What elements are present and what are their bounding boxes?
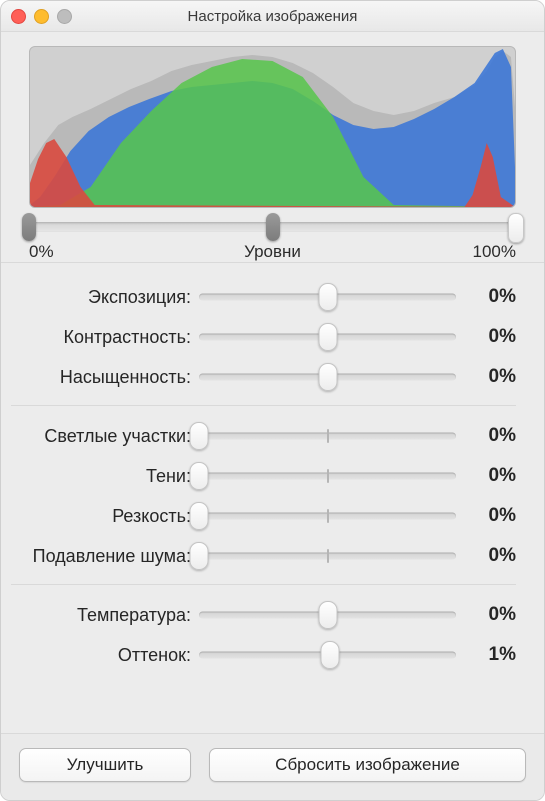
slider-row-sharpness: Резкость: 0%: [11, 496, 516, 536]
tint-value: 1%: [456, 644, 516, 666]
adjust-image-window: Настройка изображения 0% Уровни: [0, 0, 545, 801]
saturation-label: Насыщенность:: [11, 367, 199, 388]
levels-max-label: 100%: [473, 242, 516, 262]
footer: Улучшить Сбросить изображение: [1, 733, 544, 800]
denoise-label: Подавление шума:: [11, 546, 199, 567]
titlebar: Настройка изображения: [1, 1, 544, 32]
slider-row-saturation: Насыщенность: 0%: [11, 357, 516, 397]
contrast-value: 0%: [456, 326, 516, 348]
exposure-value: 0%: [456, 286, 516, 308]
reset-button[interactable]: Сбросить изображение: [209, 748, 526, 782]
sharpness-label: Резкость:: [11, 506, 199, 527]
shadows-value: 0%: [456, 465, 516, 487]
slider-row-contrast: Контрастность: 0%: [11, 317, 516, 357]
temperature-slider[interactable]: [199, 601, 456, 629]
levels-white-thumb[interactable]: [508, 213, 524, 243]
close-icon[interactable]: [11, 9, 26, 24]
minimize-icon[interactable]: [34, 9, 49, 24]
center-tick: [327, 469, 329, 483]
contrast-slider[interactable]: [199, 323, 456, 351]
shadows-slider[interactable]: [199, 462, 456, 490]
window-title: Настройка изображения: [1, 8, 544, 25]
histogram: [29, 46, 516, 208]
levels-slider[interactable]: 0% Уровни 100%: [29, 212, 516, 262]
center-tick: [327, 509, 329, 523]
highlights-label: Светлые участки:: [11, 426, 199, 447]
enhance-button[interactable]: Улучшить: [19, 748, 191, 782]
slider-row-highlights: Светлые участки: 0%: [11, 416, 516, 456]
slider-row-tint: Оттенок: 1%: [11, 635, 516, 675]
slider-row-shadows: Тени: 0%: [11, 456, 516, 496]
zoom-icon[interactable]: [57, 9, 72, 24]
denoise-value: 0%: [456, 545, 516, 567]
levels-labels: 0% Уровни 100%: [29, 242, 516, 262]
levels-min-label: 0%: [29, 242, 54, 262]
denoise-knob[interactable]: [190, 542, 209, 570]
levels-mid-label: Уровни: [244, 242, 301, 262]
histogram-section: 0% Уровни 100%: [1, 32, 544, 262]
slider-group: Температура: 0% Оттенок: 1%: [11, 585, 516, 683]
exposure-label: Экспозиция:: [11, 287, 199, 308]
exposure-slider[interactable]: [199, 283, 456, 311]
window-controls: [11, 9, 72, 24]
saturation-knob[interactable]: [318, 363, 337, 391]
tint-label: Оттенок:: [11, 645, 199, 666]
levels-black-thumb[interactable]: [22, 213, 36, 241]
slider-row-denoise: Подавление шума: 0%: [11, 536, 516, 576]
shadows-label: Тени:: [11, 466, 199, 487]
sharpness-value: 0%: [456, 505, 516, 527]
center-tick: [327, 549, 329, 563]
contrast-knob[interactable]: [318, 323, 337, 351]
exposure-knob[interactable]: [318, 283, 337, 311]
temperature-value: 0%: [456, 604, 516, 626]
highlights-knob[interactable]: [190, 422, 209, 450]
slider-group: Светлые участки:0%Тени:0%Резкость:0%Пода…: [11, 406, 516, 584]
contrast-label: Контрастность:: [11, 327, 199, 348]
slider-row-exposure: Экспозиция: 0%: [11, 277, 516, 317]
levels-mid-thumb[interactable]: [266, 213, 280, 241]
tint-slider[interactable]: [199, 641, 456, 669]
sliders-list: Экспозиция:0%Контрастность:0%Насыщенност…: [1, 263, 544, 683]
saturation-slider[interactable]: [199, 363, 456, 391]
temperature-knob[interactable]: [318, 601, 337, 629]
temperature-label: Температура:: [11, 605, 199, 626]
shadows-knob[interactable]: [190, 462, 209, 490]
highlights-value: 0%: [456, 425, 516, 447]
slider-row-temperature: Температура: 0%: [11, 595, 516, 635]
denoise-slider[interactable]: [199, 542, 456, 570]
tint-knob[interactable]: [321, 641, 340, 669]
highlights-slider[interactable]: [199, 422, 456, 450]
saturation-value: 0%: [456, 366, 516, 388]
sharpness-slider[interactable]: [199, 502, 456, 530]
histogram-svg: [30, 47, 515, 207]
slider-group: Экспозиция:0%Контрастность:0%Насыщенност…: [11, 267, 516, 405]
center-tick: [327, 429, 329, 443]
sharpness-knob[interactable]: [190, 502, 209, 530]
